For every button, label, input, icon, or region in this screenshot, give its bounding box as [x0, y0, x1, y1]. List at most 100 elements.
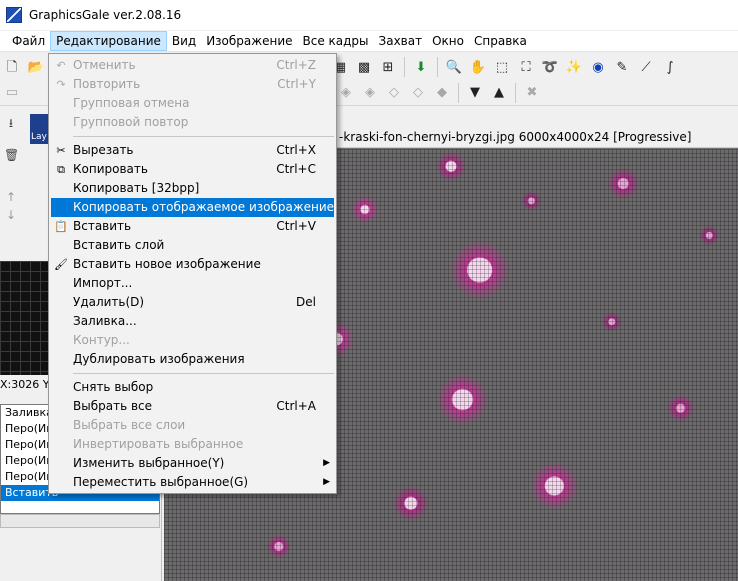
- submenu-arrow-icon: ▶: [323, 477, 330, 487]
- rect-select-icon[interactable]: ⬚: [492, 57, 512, 77]
- menu-item-label: Копировать отображаемое изображение: [73, 200, 335, 214]
- hand-icon[interactable]: ✋: [468, 57, 488, 77]
- menu-item-copy-displayed[interactable]: Копировать отображаемое изображение: [51, 198, 334, 217]
- menu-separator: [73, 136, 334, 137]
- line-icon[interactable]: ⟋: [636, 57, 656, 77]
- menu-edit[interactable]: Редактирование: [50, 31, 167, 51]
- free-select-icon[interactable]: ⛶: [516, 57, 536, 77]
- toolbar-separator: [404, 57, 405, 77]
- copy-icon: ⧉: [57, 163, 65, 176]
- menu-item-label: Групповая отмена: [73, 96, 190, 110]
- ellipse-select-icon[interactable]: ◉: [588, 57, 608, 77]
- toolbar-separator: [515, 82, 516, 103]
- menu-file[interactable]: Файл: [7, 31, 50, 51]
- layer-merge-icon[interactable]: ◇: [384, 83, 404, 103]
- pen-icon[interactable]: ✎: [612, 57, 632, 77]
- move-down-icon[interactable]: ▼: [465, 83, 485, 103]
- menu-item-deselect[interactable]: Снять выбор: [49, 378, 336, 397]
- menu-item-paste[interactable]: 📋 Вставить Ctrl+V: [49, 217, 336, 236]
- toolbar-separator: [437, 57, 438, 77]
- menu-item-import[interactable]: Импорт...: [49, 274, 336, 293]
- delete-layer-icon[interactable]: ✖: [522, 83, 542, 103]
- menu-item-label: Инвертировать выбранное: [73, 437, 244, 451]
- layer-up-icon[interactable]: ◈: [336, 83, 356, 103]
- download-icon[interactable]: ⭳: [4, 116, 18, 130]
- crop-grid-icon[interactable]: ⊞: [378, 57, 398, 77]
- menu-item-fill[interactable]: Заливка...: [49, 312, 336, 331]
- arrow-up-icon[interactable]: ↑: [4, 190, 18, 204]
- menu-item-invert-selection[interactable]: Инвертировать выбранное: [49, 435, 336, 454]
- paste-new-icon: 🖌: [54, 258, 68, 271]
- edit-menu-dropdown: ↶ Отменить Ctrl+Z ↷ Повторить Ctrl+Y Гру…: [48, 53, 337, 494]
- layer-copy-icon[interactable]: ◆: [432, 83, 452, 103]
- menu-item-label: Переместить выбранное(G): [73, 475, 249, 489]
- menu-image[interactable]: Изображение: [201, 31, 297, 51]
- menu-separator: [73, 373, 334, 374]
- menu-item-paste-new-image[interactable]: 🖌 Вставить новое изображение: [49, 255, 336, 274]
- magic-wand-icon[interactable]: ✨: [564, 57, 584, 77]
- history-scrollbar[interactable]: [0, 514, 160, 528]
- menu-help[interactable]: Справка: [469, 31, 532, 51]
- move-up-icon[interactable]: ▲: [489, 83, 509, 103]
- cursor-coordinates: X:3026 Y:: [0, 378, 52, 391]
- menu-item-label: Снять выбор: [73, 380, 154, 394]
- menu-item-select-all-layers[interactable]: Выбрать все слои: [49, 416, 336, 435]
- submenu-arrow-icon: ▶: [323, 458, 330, 468]
- menu-item-label: Групповой повтор: [73, 115, 189, 129]
- menu-item-label: Удалить(D): [73, 295, 145, 309]
- menu-item-label: Повторить: [73, 77, 141, 91]
- menu-item-label: Изменить выбранное(Y): [73, 456, 225, 470]
- window-title: GraphicsGale ver.2.08.16: [29, 8, 182, 22]
- menu-item-label: Отменить: [73, 58, 136, 72]
- menu-item-label: Копировать: [73, 162, 148, 176]
- menu-view[interactable]: Вид: [167, 31, 201, 51]
- menu-item-shortcut: Del: [296, 295, 316, 309]
- app-icon: [6, 7, 22, 23]
- trash-icon[interactable]: 🗑: [4, 148, 19, 162]
- menu-item-move-selection[interactable]: Переместить выбранное(G) ▶: [49, 473, 336, 492]
- color-palette[interactable]: [0, 261, 50, 375]
- menu-item-delete[interactable]: Удалить(D) Del: [49, 293, 336, 312]
- menu-item-paste-layer[interactable]: Вставить слой: [49, 236, 336, 255]
- menu-item-copy-32bpp[interactable]: Копировать [32bpp]: [49, 179, 336, 198]
- arrow-down-icon[interactable]: ↓: [4, 208, 18, 222]
- menu-window[interactable]: Окно: [427, 31, 469, 51]
- menu-item-label: Вставить: [73, 219, 132, 233]
- menu-item-select-all[interactable]: Выбрать все Ctrl+A: [49, 397, 336, 416]
- menu-all-frames[interactable]: Все кадры: [298, 31, 374, 51]
- menu-item-copy[interactable]: ⧉ Копировать Ctrl+C: [49, 160, 336, 179]
- layer-down-icon[interactable]: ◈: [360, 83, 380, 103]
- curve-icon[interactable]: ∫: [660, 57, 680, 77]
- menu-capture[interactable]: Захват: [374, 31, 428, 51]
- layer-label: Lay: [31, 132, 47, 142]
- menu-item-label: Дублировать изображения: [73, 352, 245, 366]
- menu-item-shortcut: Ctrl+Z: [276, 58, 316, 72]
- menu-item-cut[interactable]: ✂ Вырезать Ctrl+X: [49, 141, 336, 160]
- menu-item-group-redo[interactable]: Групповой повтор: [49, 113, 336, 132]
- redo-icon: ↷: [56, 78, 66, 91]
- menu-item-redo[interactable]: ↷ Повторить Ctrl+Y: [49, 75, 336, 94]
- menu-item-outline[interactable]: Контур...: [49, 331, 336, 350]
- menu-item-label: Выбрать все слои: [73, 418, 186, 432]
- frame-icon[interactable]: ▭: [2, 83, 22, 103]
- menu-item-undo[interactable]: ↶ Отменить Ctrl+Z: [49, 56, 336, 75]
- title-bar: GraphicsGale ver.2.08.16: [0, 0, 738, 30]
- menu-item-label: Вставить слой: [73, 238, 165, 252]
- undo-icon: ↶: [56, 59, 66, 72]
- menu-item-shortcut: Ctrl+X: [276, 143, 316, 157]
- grid-fine-icon[interactable]: ▩: [354, 57, 374, 77]
- toolbar-separator: [458, 82, 459, 103]
- menu-item-group-undo[interactable]: Групповая отмена: [49, 94, 336, 113]
- fill-color-icon[interactable]: ⬇: [411, 57, 431, 77]
- zoom-icon[interactable]: 🔍: [444, 57, 464, 77]
- lasso-icon[interactable]: ➰: [540, 57, 560, 77]
- menu-item-label: Вставить новое изображение: [73, 257, 261, 271]
- menu-item-duplicate[interactable]: Дублировать изображения: [49, 350, 336, 369]
- open-folder-icon[interactable]: 📂: [26, 57, 46, 77]
- new-file-icon[interactable]: 🗋: [2, 57, 22, 77]
- menu-item-modify-selection[interactable]: Изменить выбранное(Y) ▶: [49, 454, 336, 473]
- layer-thumbnail[interactable]: Lay: [30, 114, 48, 144]
- menu-item-label: Импорт...: [73, 276, 133, 290]
- menu-item-shortcut: Ctrl+Y: [277, 77, 316, 91]
- layer-add-icon[interactable]: ◇: [408, 83, 428, 103]
